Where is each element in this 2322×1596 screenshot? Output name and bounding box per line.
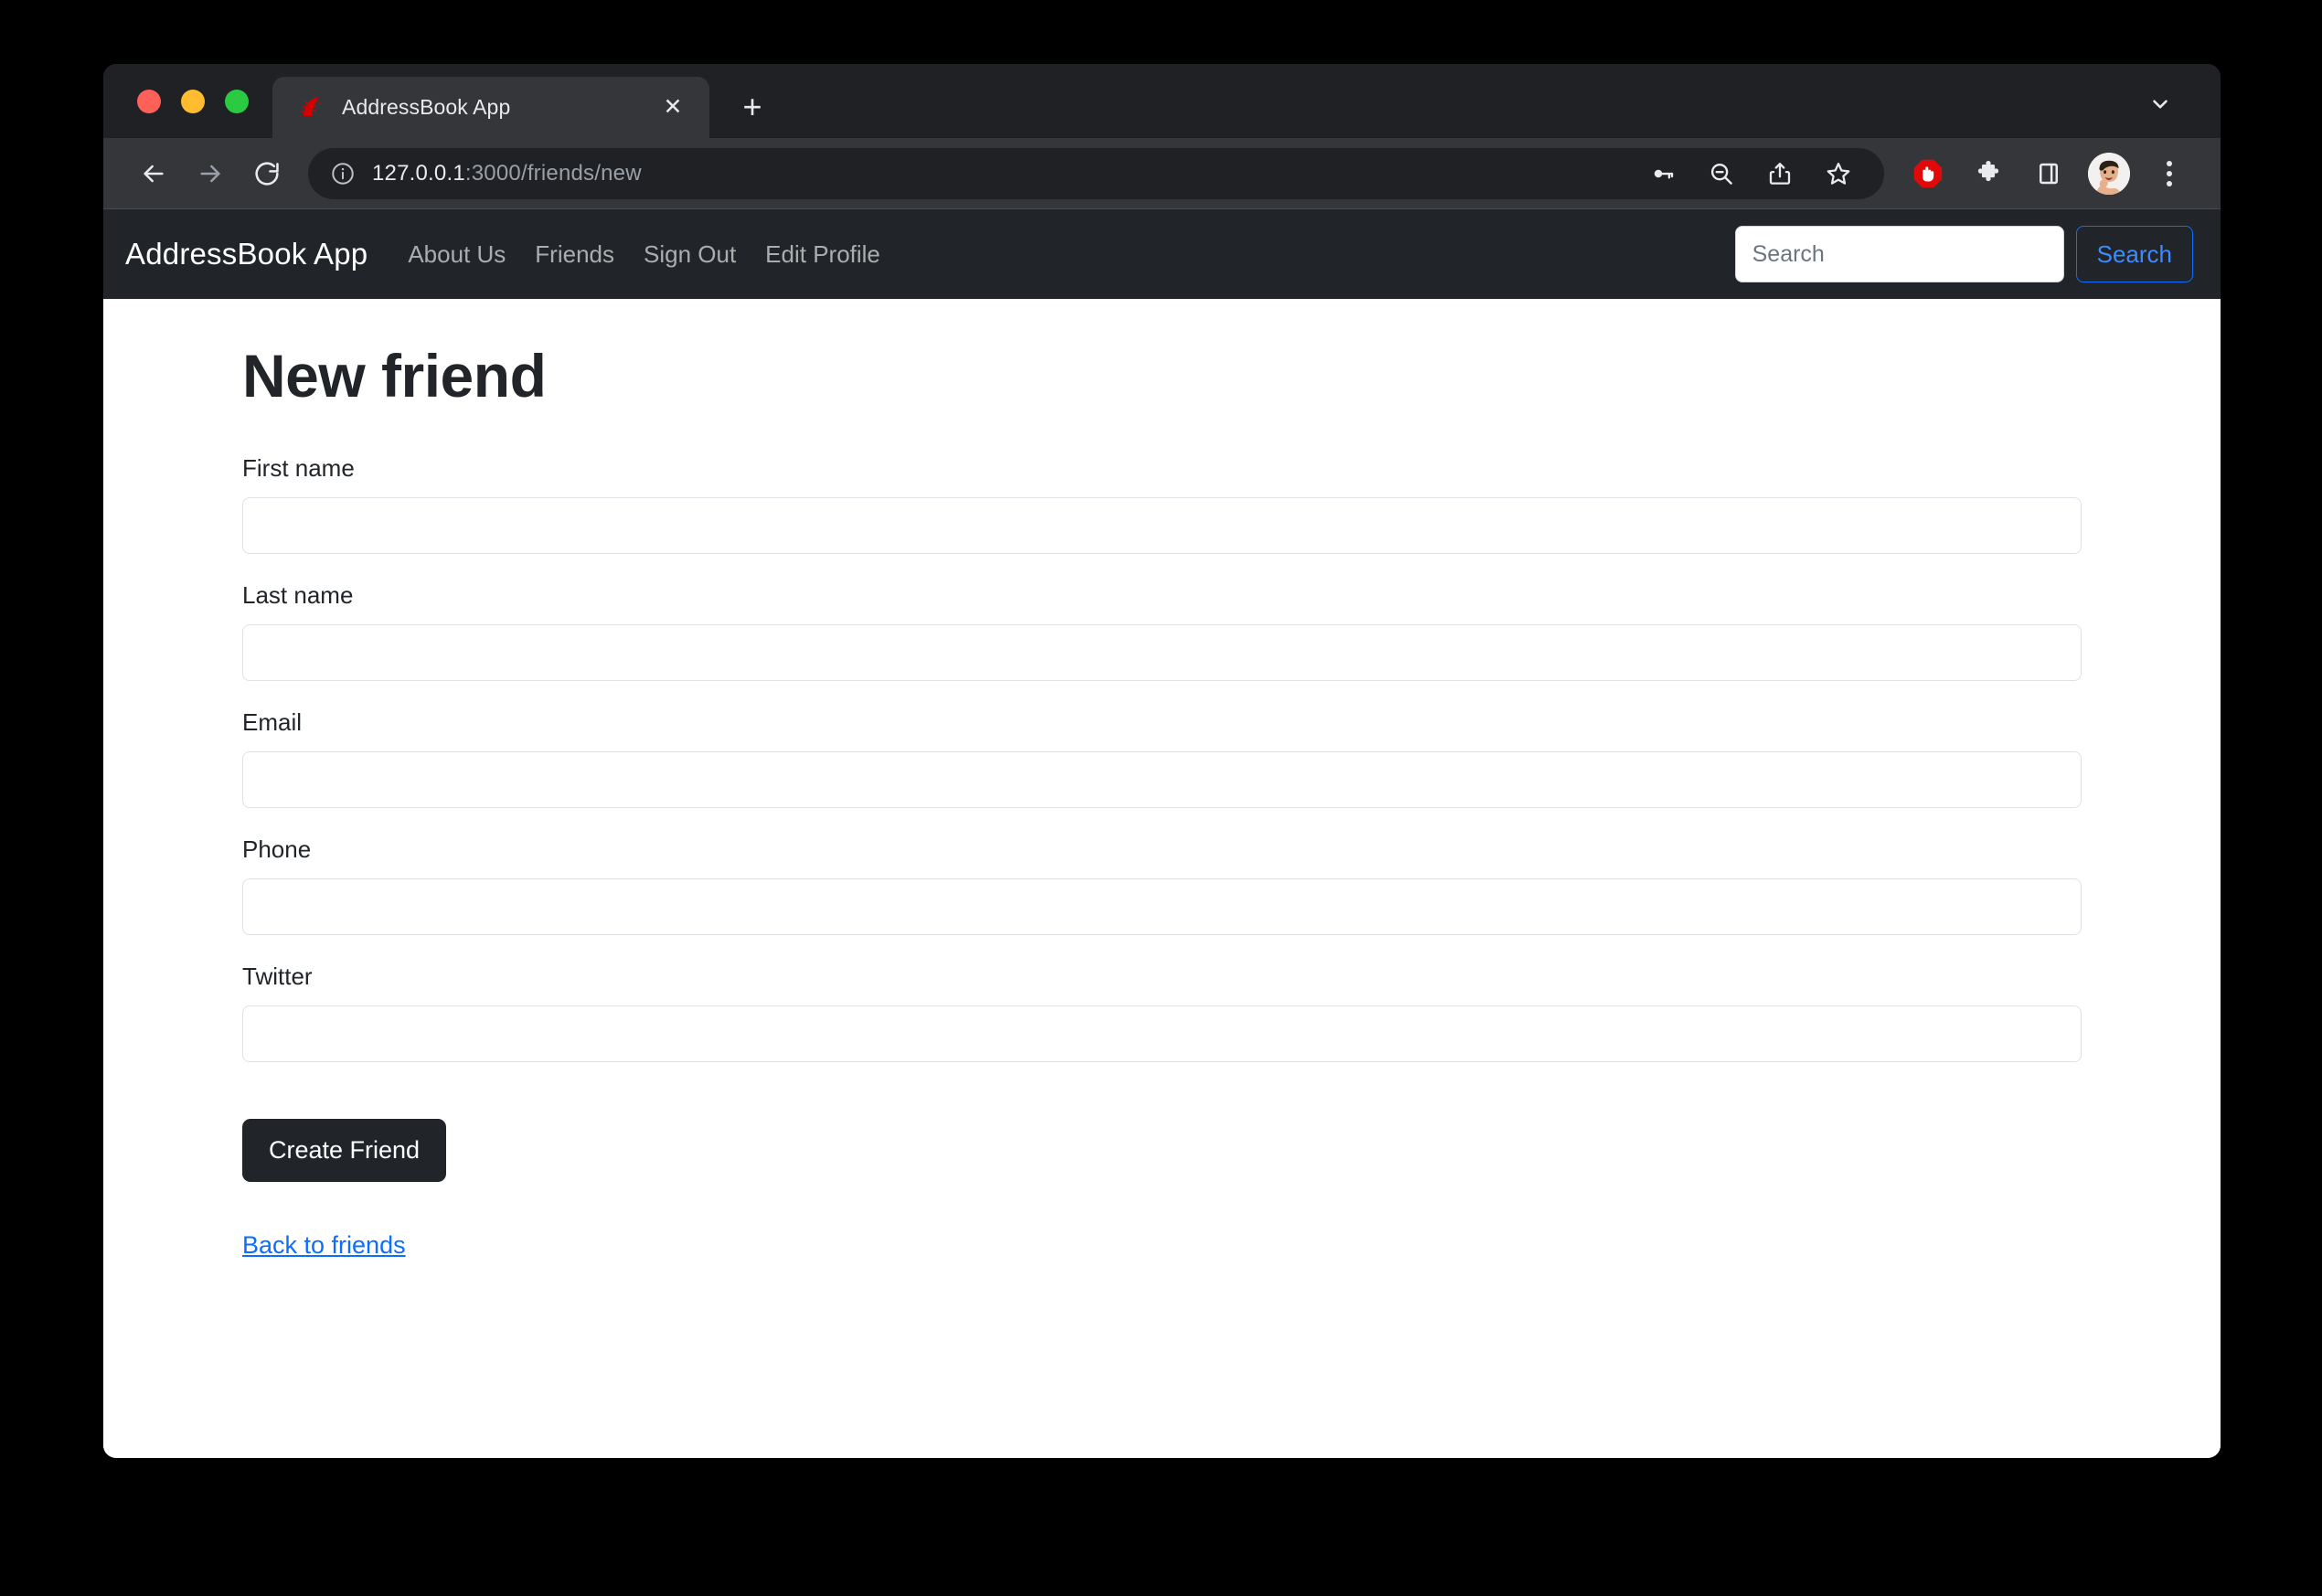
share-icon[interactable] (1752, 146, 1807, 201)
reload-icon[interactable] (239, 145, 295, 202)
app-brand-link[interactable]: AddressBook App (125, 237, 367, 271)
minimize-window-button[interactable] (181, 89, 205, 113)
browser-tab-title: AddressBook App (342, 95, 511, 119)
profile-avatar-icon[interactable] (2082, 146, 2136, 201)
close-window-button[interactable] (137, 89, 161, 113)
input-phone[interactable] (242, 878, 2082, 935)
nav-link-sign-out[interactable]: Sign Out (644, 240, 736, 268)
field-group-last-name: Last name (242, 581, 2082, 681)
nav-link-about-us[interactable]: About Us (408, 240, 506, 268)
extensions-puzzle-icon[interactable] (1961, 146, 2016, 201)
info-circle-icon[interactable] (330, 161, 356, 186)
kebab-dots (2167, 160, 2172, 186)
label-email: Email (242, 708, 303, 736)
nav-item: Friends (535, 240, 614, 269)
browser-window: AddressBook App ✕ + 127.0.0.1:3000/frien… (103, 64, 2221, 1458)
maximize-window-button[interactable] (225, 89, 249, 113)
app-nav-links: About Us Friends Sign Out Edit Profile (408, 240, 880, 269)
url-text: 127.0.0.1:3000/friends/new (372, 161, 642, 186)
input-email[interactable] (242, 751, 2082, 808)
forward-arrow-icon[interactable] (182, 145, 239, 202)
field-group-phone: Phone (242, 835, 2082, 935)
url-address-bar[interactable]: 127.0.0.1:3000/friends/new (308, 146, 1884, 201)
label-first-name: First name (242, 454, 355, 482)
label-twitter: Twitter (242, 963, 313, 990)
input-last-name[interactable] (242, 624, 2082, 681)
url-host: 127.0.0.1 (372, 160, 465, 186)
omnibox-actions (1635, 146, 1866, 201)
search-button[interactable]: Search (2075, 226, 2193, 282)
bookmark-star-icon[interactable] (1811, 146, 1866, 201)
close-tab-icon[interactable]: ✕ (656, 91, 689, 124)
chevron-down-icon[interactable] (2142, 86, 2178, 122)
avatar (2088, 152, 2130, 195)
browser-tab[interactable]: AddressBook App ✕ (272, 77, 709, 138)
back-arrow-icon[interactable] (125, 145, 182, 202)
url-path: :3000/friends/new (464, 160, 642, 186)
nav-link-edit-profile[interactable]: Edit Profile (765, 240, 880, 268)
page-body: New friend First name Last name Email Ph… (103, 299, 2221, 1458)
nav-item: Edit Profile (765, 240, 880, 269)
zoom-out-icon[interactable] (1694, 146, 1749, 201)
nav-link-friends[interactable]: Friends (535, 240, 614, 268)
back-to-friends-link[interactable]: Back to friends (242, 1231, 406, 1260)
new-tab-button[interactable]: + (728, 82, 777, 132)
chrome-menu-kebab-icon[interactable] (2142, 146, 2197, 201)
adblock-icon[interactable] (1901, 146, 1955, 201)
window-traffic-lights (103, 64, 272, 138)
browser-tab-strip: AddressBook App ✕ + (103, 64, 2221, 138)
label-phone: Phone (242, 835, 312, 863)
nav-item: About Us (408, 240, 506, 269)
search-input[interactable] (1734, 226, 2064, 282)
password-key-icon[interactable] (1635, 146, 1690, 201)
new-friend-form: First name Last name Email Phone Twitter… (242, 454, 2082, 1182)
field-group-email: Email (242, 708, 2082, 808)
page-viewport: AddressBook App About Us Friends Sign Ou… (103, 209, 2221, 1458)
nav-item: Sign Out (644, 240, 736, 269)
label-last-name: Last name (242, 581, 354, 609)
input-first-name[interactable] (242, 497, 2082, 554)
navbar-search-form: Search (1734, 226, 2193, 282)
side-panel-icon[interactable] (2021, 146, 2076, 201)
browser-extension-icons (1891, 146, 2197, 201)
browser-toolbar: 127.0.0.1:3000/friends/new (103, 138, 2221, 209)
app-navbar: AddressBook App About Us Friends Sign Ou… (103, 209, 2221, 299)
content-container: New friend First name Last name Email Ph… (242, 299, 2082, 1260)
create-friend-button[interactable]: Create Friend (242, 1119, 447, 1182)
field-group-first-name: First name (242, 454, 2082, 554)
page-title: New friend (242, 342, 547, 410)
field-group-twitter: Twitter (242, 963, 2082, 1062)
rails-favicon-icon (298, 94, 325, 122)
input-twitter[interactable] (242, 1005, 2082, 1062)
